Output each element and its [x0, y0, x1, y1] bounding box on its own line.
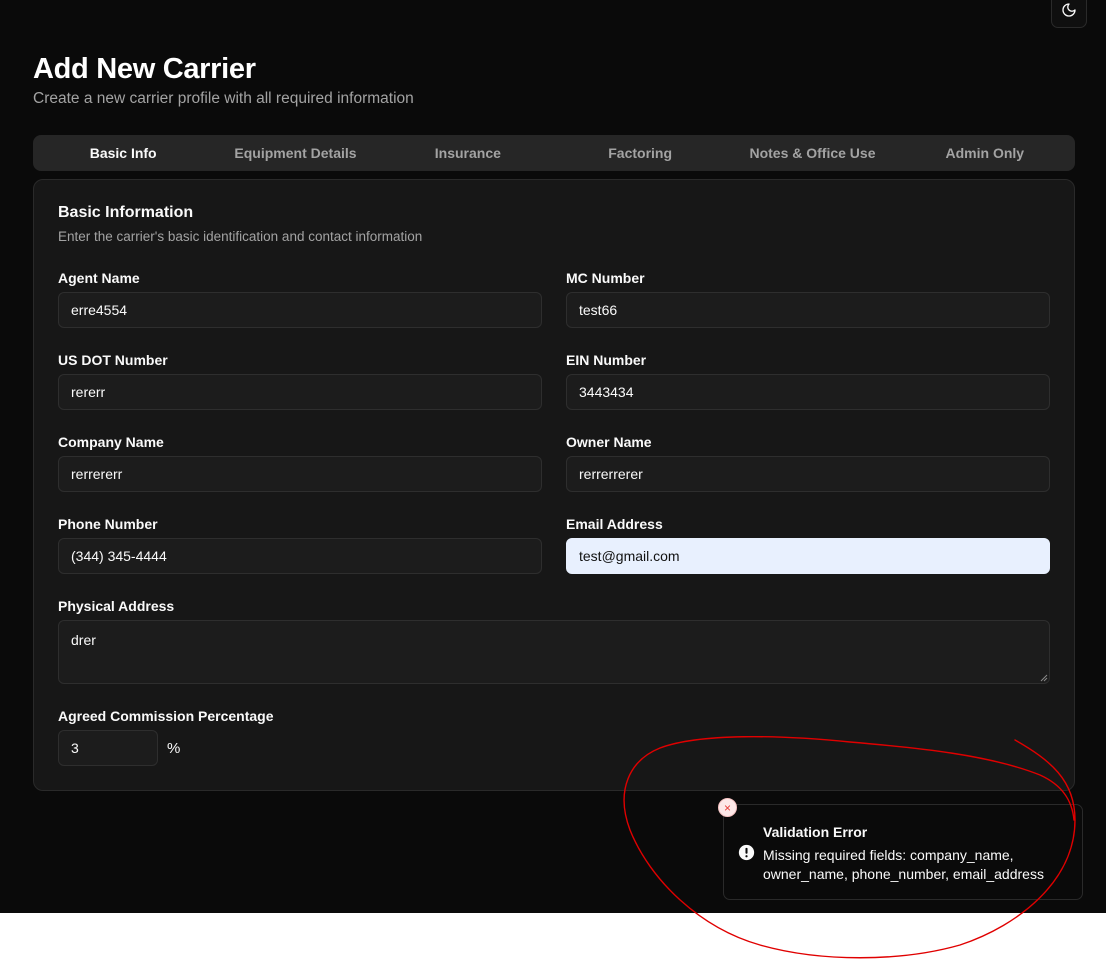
- tab-basic-info[interactable]: Basic Info: [37, 139, 209, 167]
- mc-number-label: MC Number: [566, 270, 645, 286]
- owner-name-label: Owner Name: [566, 434, 652, 450]
- us-dot-number-input[interactable]: [58, 374, 542, 410]
- physical-address-textarea[interactable]: drer: [58, 620, 1050, 684]
- email-address-input[interactable]: [566, 538, 1050, 574]
- company-name-label: Company Name: [58, 434, 164, 450]
- page-title: Add New Carrier: [33, 53, 256, 85]
- email-address-label: Email Address: [566, 516, 663, 532]
- commission-input[interactable]: [58, 730, 158, 766]
- page-subtitle: Create a new carrier profile with all re…: [33, 90, 414, 107]
- tab-list: Basic Info Equipment Details Insurance F…: [33, 135, 1075, 171]
- card-title: Basic Information: [58, 204, 194, 221]
- resize-grip-icon[interactable]: [1040, 674, 1048, 682]
- toast-title: Validation Error: [763, 824, 868, 840]
- validation-error-toast: Validation Error Missing required fields…: [723, 804, 1083, 900]
- mc-number-input[interactable]: [566, 292, 1050, 328]
- moon-icon: [1062, 3, 1076, 17]
- phone-number-label: Phone Number: [58, 516, 158, 532]
- tab-admin-only[interactable]: Admin Only: [899, 139, 1071, 167]
- ein-number-label: EIN Number: [566, 352, 647, 368]
- owner-name-input[interactable]: [566, 456, 1050, 492]
- agent-name-label: Agent Name: [58, 270, 140, 286]
- company-name-input[interactable]: [58, 456, 542, 492]
- alert-circle-icon: [738, 844, 755, 861]
- app-background: Add New Carrier Create a new carrier pro…: [0, 0, 1106, 913]
- tab-insurance[interactable]: Insurance: [382, 139, 554, 167]
- us-dot-number-label: US DOT Number: [58, 352, 168, 368]
- theme-toggle-button[interactable]: [1051, 0, 1087, 28]
- basic-info-card: Basic Information Enter the carrier's ba…: [33, 179, 1075, 791]
- percent-unit: %: [167, 740, 181, 757]
- toast-message: Missing required fields: company_name, o…: [763, 847, 1044, 882]
- tab-notes-office-use[interactable]: Notes & Office Use: [726, 139, 898, 167]
- tab-equipment-details[interactable]: Equipment Details: [209, 139, 381, 167]
- agent-name-input[interactable]: [58, 292, 542, 328]
- tab-factoring[interactable]: Factoring: [554, 139, 726, 167]
- toast-close-button[interactable]: ×: [718, 798, 737, 817]
- phone-number-input[interactable]: [58, 538, 542, 574]
- card-description: Enter the carrier's basic identification…: [58, 229, 423, 244]
- ein-number-input[interactable]: [566, 374, 1050, 410]
- physical-address-label: Physical Address: [58, 598, 175, 614]
- commission-label: Agreed Commission Percentage: [58, 708, 274, 724]
